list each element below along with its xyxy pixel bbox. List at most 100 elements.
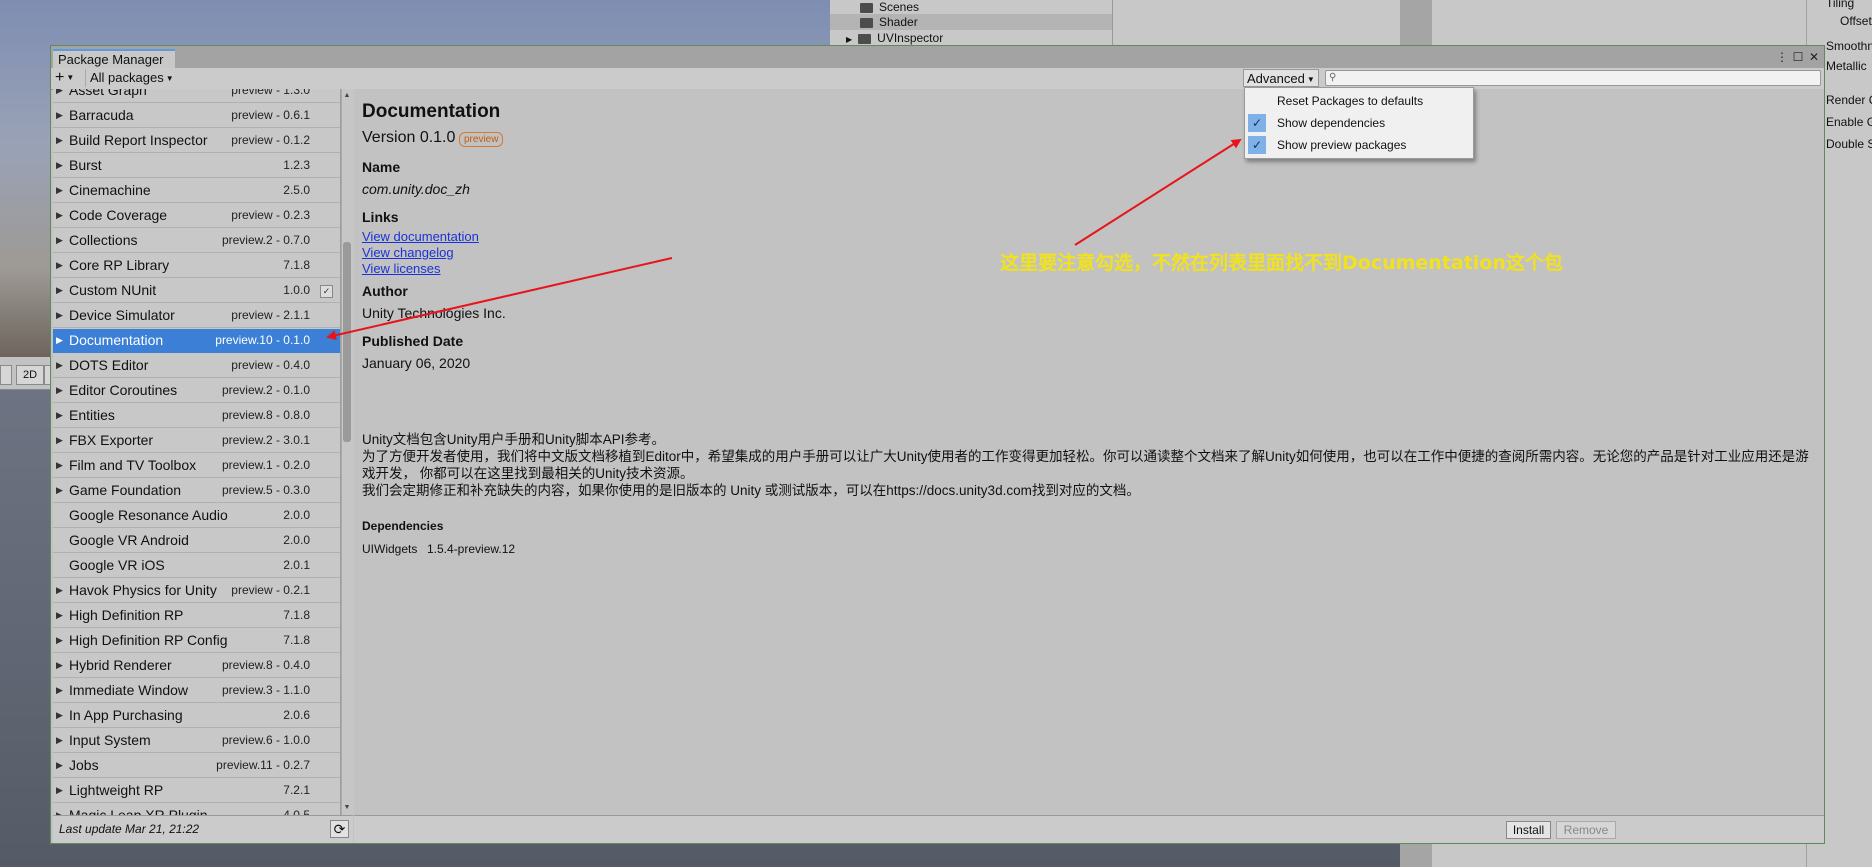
package-row-google-vr-ios[interactable]: Google VR iOS 2.0.1: [53, 554, 340, 578]
expand-arrow-icon[interactable]: ▶: [846, 35, 852, 44]
scene-2d-button[interactable]: 2D: [16, 365, 44, 385]
expand-arrow-icon[interactable]: ▶: [56, 704, 63, 727]
expand-arrow-icon[interactable]: ▶: [56, 379, 63, 402]
package-row-immediate-window[interactable]: ▶ Immediate Window preview.3 - 1.1.0: [53, 679, 340, 703]
expand-arrow-icon[interactable]: ▶: [56, 679, 63, 702]
search-input[interactable]: [1325, 70, 1821, 86]
package-row-editor-coroutines[interactable]: ▶ Editor Coroutines preview.2 - 0.1.0: [53, 379, 340, 403]
package-row-code-coverage[interactable]: ▶ Code Coverage preview - 0.2.3: [53, 204, 340, 228]
package-version: 2.0.6: [283, 708, 310, 722]
package-name: In App Purchasing: [69, 707, 183, 723]
refresh-button[interactable]: ⟳: [330, 820, 349, 838]
expand-arrow-icon[interactable]: ▶: [56, 404, 63, 427]
package-row-cinemachine[interactable]: ▶ Cinemachine 2.5.0: [53, 179, 340, 203]
advanced-dropdown[interactable]: Advanced ▼: [1243, 69, 1319, 87]
menu-item-show-dependencies[interactable]: ✓ Show dependencies: [1245, 112, 1473, 134]
expand-arrow-icon[interactable]: ▶: [56, 229, 63, 252]
package-row-game-foundation[interactable]: ▶ Game Foundation preview.5 - 0.3.0: [53, 479, 340, 503]
scroll-down-icon[interactable]: ▼: [341, 804, 353, 811]
package-list-scrollbar[interactable]: [341, 89, 354, 815]
expand-arrow-icon[interactable]: ▶: [56, 729, 63, 752]
expand-arrow-icon[interactable]: ▶: [56, 204, 63, 227]
project-item-scenes[interactable]: Scenes: [860, 0, 919, 15]
package-row-barracuda[interactable]: ▶ Barracuda preview - 0.6.1: [53, 104, 340, 128]
description-line: Unity文档包含Unity用户手册和Unity脚本API参考。: [362, 432, 666, 447]
expand-arrow-icon[interactable]: ▶: [56, 279, 63, 302]
inspector-label-enable-gpu: Enable G: [1826, 115, 1872, 129]
package-row-high-definition-rp-config[interactable]: ▶ High Definition RP Config 7.1.8: [53, 629, 340, 653]
expand-arrow-icon[interactable]: ▶: [56, 89, 63, 102]
add-package-button[interactable]: + ▼: [55, 69, 83, 87]
view-licenses-link[interactable]: View licenses: [362, 261, 441, 276]
package-row-fbx-exporter[interactable]: ▶ FBX Exporter preview.2 - 3.0.1: [53, 429, 340, 453]
expand-arrow-icon[interactable]: ▶: [56, 479, 63, 502]
expand-arrow-icon[interactable]: ▶: [56, 654, 63, 677]
package-row-hybrid-renderer[interactable]: ▶ Hybrid Renderer preview.8 - 0.4.0: [53, 654, 340, 678]
package-version: 2.0.0: [283, 508, 310, 522]
package-version: 7.2.1: [283, 783, 310, 797]
package-row-build-report-inspector[interactable]: ▶ Build Report Inspector preview - 0.1.2: [53, 129, 340, 153]
remove-button[interactable]: Remove: [1556, 821, 1616, 839]
package-list[interactable]: ▶ Asset Graph preview - 1.3.0 ▶ Barracuda pre…: [53, 89, 341, 815]
dependency-name: UIWidgets: [362, 542, 418, 556]
package-row-google-resonance-audio[interactable]: Google Resonance Audio 2.0.0: [53, 504, 340, 528]
published-date-value: January 06, 2020: [362, 355, 471, 371]
package-row-dots-editor[interactable]: ▶ DOTS Editor preview - 0.4.0: [53, 354, 340, 378]
package-row-lightweight-rp[interactable]: ▶ Lightweight RP 7.2.1: [53, 779, 340, 803]
package-row-device-simulator[interactable]: ▶ Device Simulator preview - 2.1.1: [53, 304, 340, 328]
expand-arrow-icon[interactable]: ▶: [56, 354, 63, 377]
more-options-icon[interactable]: ⋮: [1775, 49, 1789, 65]
expand-arrow-icon[interactable]: ▶: [56, 154, 63, 177]
package-row-jobs[interactable]: ▶ Jobs preview.11 - 0.2.7: [53, 754, 340, 778]
package-filter-dropdown[interactable]: All packages ▼: [85, 69, 227, 87]
install-button[interactable]: Install: [1506, 821, 1551, 839]
package-name: Device Simulator: [69, 307, 175, 323]
expand-arrow-icon[interactable]: ▶: [56, 129, 63, 152]
package-row-documentation[interactable]: ▶ Documentation preview.10 - 0.1.0: [53, 329, 340, 353]
package-row-google-vr-android[interactable]: Google VR Android 2.0.0: [53, 529, 340, 553]
package-row-film-and-tv-toolbox[interactable]: ▶ Film and TV Toolbox preview.1 - 0.2.0: [53, 454, 340, 478]
close-icon[interactable]: ✕: [1807, 49, 1821, 65]
expand-arrow-icon[interactable]: ▶: [56, 429, 63, 452]
expand-arrow-icon[interactable]: ▶: [56, 629, 63, 652]
view-changelog-link[interactable]: View changelog: [362, 245, 454, 260]
package-row-collections[interactable]: ▶ Collections preview.2 - 0.7.0: [53, 229, 340, 253]
expand-arrow-icon[interactable]: ▶: [56, 804, 63, 815]
menu-item-reset-packages[interactable]: Reset Packages to defaults: [1245, 90, 1473, 112]
expand-arrow-icon[interactable]: ▶: [56, 329, 63, 352]
package-version: 7.1.8: [283, 258, 310, 272]
expand-arrow-icon[interactable]: ▶: [56, 754, 63, 777]
chevron-down-icon: ▼: [165, 73, 174, 83]
expand-arrow-icon[interactable]: ▶: [56, 104, 63, 127]
package-version: preview.2 - 3.0.1: [221, 433, 310, 447]
package-row-havok-physics-for-unity[interactable]: ▶ Havok Physics for Unity preview - 0.2.1: [53, 579, 340, 603]
package-row-core-rp-library[interactable]: ▶ Core RP Library 7.1.8: [53, 254, 340, 278]
scrollbar-thumb[interactable]: [343, 242, 351, 442]
package-row-entities[interactable]: ▶ Entities preview.8 - 0.8.0: [53, 404, 340, 428]
expand-arrow-icon[interactable]: ▶: [56, 604, 63, 627]
package-row-asset-graph[interactable]: ▶ Asset Graph preview - 1.3.0: [53, 89, 340, 103]
menu-item-show-preview-packages[interactable]: ✓ Show preview packages: [1245, 134, 1473, 156]
package-row-high-definition-rp[interactable]: ▶ High Definition RP 7.1.8: [53, 604, 340, 628]
expand-arrow-icon[interactable]: ▶: [56, 779, 63, 802]
inspector-label-render-queue: Render Q: [1826, 93, 1872, 107]
package-row-burst[interactable]: ▶ Burst 1.2.3: [53, 154, 340, 178]
scene-dropdown-button[interactable]: [0, 365, 12, 385]
view-documentation-link[interactable]: View documentation: [362, 229, 479, 244]
package-version: 7.1.8: [283, 633, 310, 647]
chevron-down-icon: ▼: [66, 73, 75, 83]
package-row-magic-leap-xr-plugin[interactable]: ▶ Magic Leap XR Plugin 4.0.5: [53, 804, 340, 815]
project-item-uvinspector[interactable]: ▶ UVInspector: [846, 30, 943, 46]
expand-arrow-icon[interactable]: ▶: [56, 179, 63, 202]
package-row-in-app-purchasing[interactable]: ▶ In App Purchasing 2.0.6: [53, 704, 340, 728]
window-tab[interactable]: Package Manager: [53, 49, 175, 68]
expand-arrow-icon[interactable]: ▶: [56, 254, 63, 277]
maximize-icon[interactable]: ☐: [1791, 49, 1805, 65]
expand-arrow-icon[interactable]: ▶: [56, 454, 63, 477]
project-item-shader[interactable]: Shader: [860, 14, 918, 30]
package-row-input-system[interactable]: ▶ Input System preview.6 - 1.0.0: [53, 729, 340, 753]
scroll-up-icon[interactable]: ▲: [341, 92, 353, 99]
expand-arrow-icon[interactable]: ▶: [56, 579, 63, 602]
package-row-custom-nunit[interactable]: ▶ Custom NUnit 1.0.0 ✓: [53, 279, 340, 303]
expand-arrow-icon[interactable]: ▶: [56, 304, 63, 327]
